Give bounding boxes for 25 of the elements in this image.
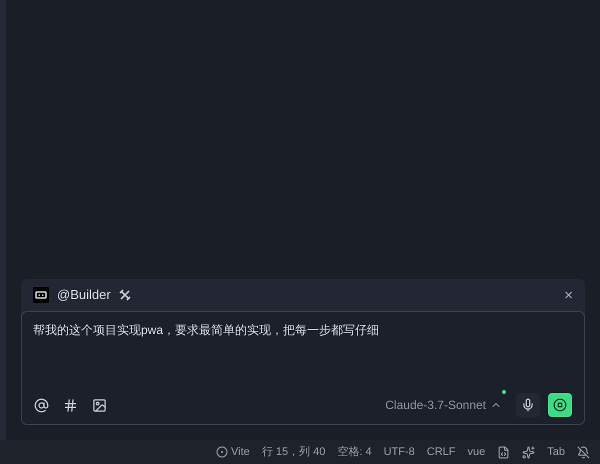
close-button[interactable]: × — [564, 288, 573, 302]
model-selector[interactable]: Claude-3.7-Sonnet — [385, 396, 502, 414]
status-item[interactable]: 空格: 4 — [337, 444, 372, 460]
status-item[interactable]: UTF-8 — [384, 444, 415, 460]
status-item[interactable]: vue — [468, 444, 486, 460]
radio-icon — [216, 446, 228, 458]
status-item[interactable]: Tab — [547, 444, 565, 460]
status-item[interactable]: 行 15，列 40 — [262, 444, 326, 460]
stop-button[interactable] — [548, 393, 572, 417]
status-item[interactable]: CRLF — [426, 444, 456, 460]
file-icon[interactable] — [497, 446, 510, 458]
notifications-off-icon[interactable] — [577, 446, 590, 458]
stop-icon — [553, 398, 567, 412]
message-field[interactable]: 帮我的这个项目实现pwa，要求最简单的实现，把每一步都写仔细 — [22, 312, 584, 386]
microphone-button[interactable] — [516, 393, 540, 417]
agent-name: @Builder — [57, 286, 111, 304]
hash-icon[interactable] — [63, 398, 78, 412]
microphone-icon — [521, 398, 535, 412]
tools-icon — [118, 289, 131, 301]
run-status[interactable]: Vite — [216, 444, 250, 460]
mention-icon[interactable] — [34, 398, 49, 412]
sparkle-icon[interactable] — [522, 446, 536, 458]
terminal-icon — [33, 287, 49, 303]
image-icon[interactable] — [92, 398, 107, 412]
message-input-panel[interactable]: 帮我的这个项目实现pwa，要求最简单的实现，把每一步都写仔细 Claude-3.7-Sonnet — [21, 311, 585, 425]
